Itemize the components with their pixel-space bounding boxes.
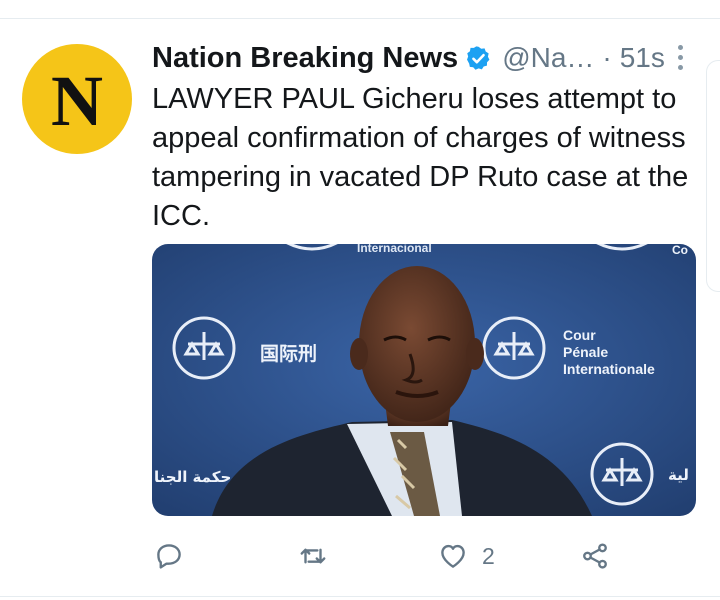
- retweet-button[interactable]: [298, 538, 328, 574]
- reply-icon: [157, 544, 181, 569]
- top-divider: [0, 18, 720, 19]
- tweet-media-image[interactable]: Internacional 国际刑 Cour Pénale Internatio…: [152, 244, 696, 516]
- backdrop-text-chinese: 国际刑: [260, 343, 317, 365]
- backdrop-text-arabic-right: لية: [668, 466, 689, 484]
- tweet-text: LAWYER PAUL Gicheru loses attempt to app…: [152, 83, 689, 232]
- timestamp[interactable]: 51s: [620, 42, 665, 74]
- backdrop-text-corner: Co: [672, 244, 688, 257]
- media-photo: Internacional 国际刑 Cour Pénale Internatio…: [152, 244, 696, 516]
- backdrop-text-penale: Pénale: [563, 344, 608, 360]
- backdrop-text-internationale: Internationale: [563, 361, 655, 377]
- backdrop-text-arabic-left: حكمة الجنا: [154, 468, 231, 486]
- handle[interactable]: @Na…: [502, 42, 594, 74]
- heart-icon: [441, 544, 465, 568]
- share-icon: [583, 543, 607, 569]
- more-options-icon[interactable]: [670, 42, 690, 72]
- verified-badge-icon: [467, 45, 490, 70]
- tweet-actions: 2: [152, 538, 622, 574]
- avatar-letter: N: [51, 61, 103, 141]
- like-button[interactable]: 2: [438, 538, 495, 574]
- display-name[interactable]: Nation Breaking News: [152, 42, 458, 75]
- share-button[interactable]: [580, 538, 610, 574]
- separator-dot: ·: [602, 42, 612, 73]
- backdrop-text-cour: Cour: [563, 327, 596, 343]
- avatar[interactable]: N: [22, 44, 132, 154]
- tweet-header: Nation Breaking News @Na… · 51s: [152, 38, 712, 78]
- backdrop-text-top: Internacional: [357, 244, 432, 255]
- retweet-icon: [300, 548, 326, 564]
- like-count: 2: [482, 542, 495, 569]
- bottom-divider: [0, 596, 720, 597]
- reply-button[interactable]: [154, 538, 184, 574]
